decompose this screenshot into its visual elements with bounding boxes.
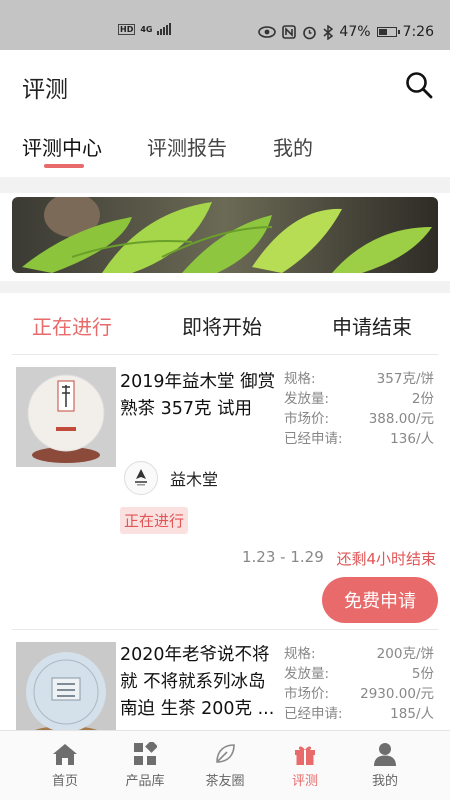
- nav-item-review[interactable]: 评测: [265, 731, 345, 800]
- page-title: 评测: [22, 77, 68, 103]
- nav-item-tea-circle[interactable]: 茶友圈: [185, 731, 265, 800]
- product-card[interactable]: 2020年老爷说不将就 不将就系列冰岛南迫 生茶 200克 ... 规格: 200…: [12, 630, 438, 742]
- active-tab-indicator: [44, 164, 84, 168]
- spec-value: 388.00/元: [368, 411, 434, 427]
- network-type: 4G: [140, 24, 153, 34]
- spec-label: 市场价:: [284, 686, 330, 702]
- time-remaining: 还剩4小时结束: [336, 550, 436, 568]
- product-image: [16, 642, 116, 742]
- main-tabs: 评测中心 评测报告 我的: [0, 122, 450, 177]
- divider: [0, 177, 450, 193]
- search-button[interactable]: [404, 70, 434, 100]
- battery-percent: 47%: [339, 24, 371, 40]
- search-icon: [406, 72, 433, 99]
- nav-item-mine[interactable]: 我的: [345, 731, 425, 800]
- product-image: [16, 367, 116, 467]
- nav-item-products[interactable]: 产品库: [105, 731, 185, 800]
- tab-review-reports[interactable]: 评测报告: [147, 132, 227, 161]
- spec-value: 185/人: [390, 706, 434, 722]
- tab-review-center[interactable]: 评测中心: [22, 132, 102, 161]
- tab-mine[interactable]: 我的: [273, 132, 313, 161]
- alarm-icon: [303, 26, 317, 39]
- nav-label: 产品库: [125, 774, 165, 789]
- divider: [0, 281, 450, 293]
- signal-icon: [157, 23, 172, 35]
- brand[interactable]: 益木堂: [124, 461, 218, 495]
- tab-ended[interactable]: 申请结束: [332, 311, 412, 340]
- spec-value: 357克/饼: [376, 371, 434, 387]
- spec-label: 市场价:: [284, 411, 330, 427]
- person-icon: [372, 741, 398, 767]
- product-title: 2019年益木堂 御赏 熟茶 357克 试用: [120, 372, 276, 419]
- status-badge: 正在进行: [120, 507, 189, 534]
- home-icon: [52, 741, 78, 767]
- nav-item-home[interactable]: 首页: [25, 731, 105, 800]
- bottom-nav: 首页 产品库 茶友圈 评测 我的: [0, 730, 450, 800]
- tab-upcoming[interactable]: 即将开始: [182, 311, 262, 340]
- app-header: 评测: [0, 50, 450, 122]
- bluetooth-icon: [323, 24, 334, 40]
- nav-label: 我的: [371, 774, 398, 789]
- banner-image[interactable]: [12, 197, 438, 273]
- clock: 7:26: [402, 24, 434, 40]
- spec-value: 2930.00/元: [360, 686, 434, 702]
- hd-icon: HD: [118, 23, 136, 35]
- date-range: 1.23 - 1.29: [242, 548, 324, 566]
- brand-logo: [124, 461, 158, 495]
- eye-icon: [258, 26, 277, 38]
- spec-label: 规格:: [284, 646, 316, 662]
- spec-label: 已经申请:: [284, 431, 343, 447]
- grid-icon: [132, 741, 158, 767]
- nav-label: 评测: [291, 774, 318, 789]
- status-bar: HD 4G 47% 7:26: [0, 0, 450, 50]
- nav-label: 茶友圈: [205, 774, 245, 789]
- brand-name: 益木堂: [170, 470, 219, 489]
- spec-list: 规格: 200克/饼 发放量: 5份 市场价: 2930.00/元 已经申请: 185/…: [284, 644, 434, 724]
- spec-list: 规格: 357克/饼 发放量: 2份 市场价: 388.00/元 已经申请: 136/人: [284, 369, 434, 449]
- product-card[interactable]: 2019年益木堂 御赏 熟茶 357克 试用 规格: 357克/饼 发放量: 2份 …: [12, 355, 438, 630]
- tab-in-progress[interactable]: 正在进行: [32, 311, 112, 340]
- gift-icon: [292, 741, 318, 767]
- status-filter-tabs: 正在进行 即将开始 申请结束: [12, 293, 438, 355]
- nfc-icon: [282, 25, 297, 39]
- spec-value: 136/人: [390, 431, 434, 447]
- spec-label: 已经申请:: [284, 706, 343, 722]
- spec-value: 2份: [411, 391, 434, 407]
- product-title: 2020年老爷说不将就 不将就系列冰岛南迫 生茶 200克 ...: [120, 645, 275, 719]
- free-apply-button[interactable]: 免费申请: [322, 577, 438, 623]
- leaf-icon: [212, 741, 238, 767]
- spec-value: 5份: [411, 666, 434, 682]
- spec-label: 发放量:: [284, 666, 330, 682]
- spec-label: 规格:: [284, 371, 316, 387]
- battery-icon: [376, 27, 400, 37]
- nav-label: 首页: [51, 774, 78, 789]
- spec-value: 200克/饼: [376, 646, 434, 662]
- spec-label: 发放量:: [284, 391, 330, 407]
